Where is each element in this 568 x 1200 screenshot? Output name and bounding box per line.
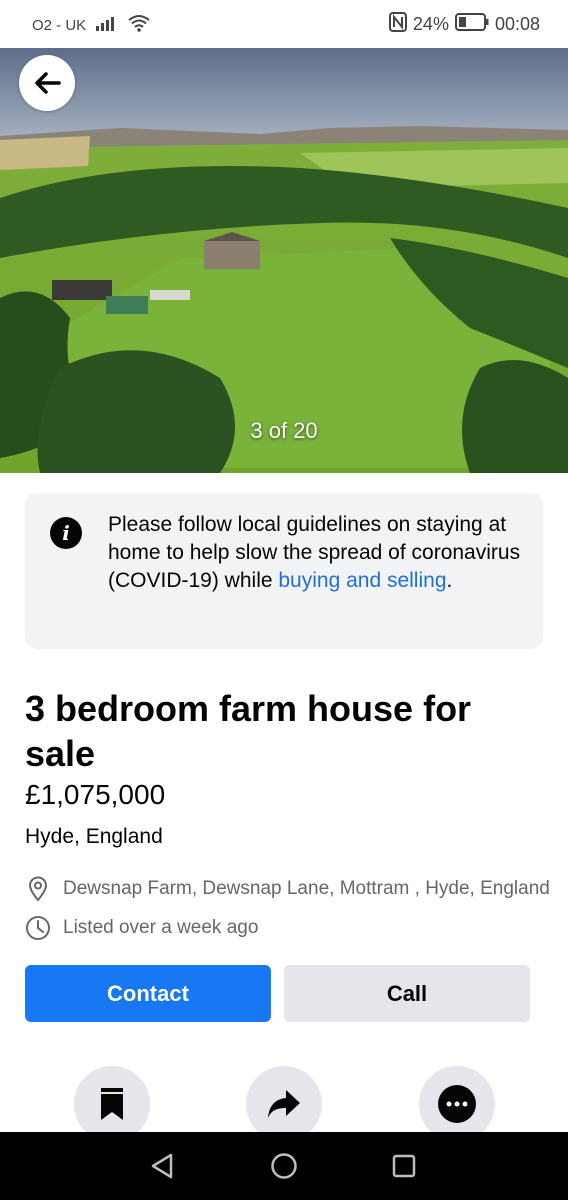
wifi-icon xyxy=(128,14,150,36)
buying-selling-link[interactable]: buying and selling xyxy=(278,569,446,592)
back-triangle-icon[interactable] xyxy=(146,1150,178,1182)
battery-icon xyxy=(454,13,489,36)
status-left: O2 - UK xyxy=(32,14,150,36)
signal-icon xyxy=(96,15,118,35)
farm-landscape-image xyxy=(0,48,568,473)
system-nav-bar xyxy=(0,1132,568,1200)
clock-icon xyxy=(25,915,51,941)
nfc-icon xyxy=(388,12,407,37)
save-button[interactable] xyxy=(74,1066,150,1142)
notice-text: Please follow local guidelines on stayin… xyxy=(108,511,528,595)
photo-counter: 3 of 20 xyxy=(250,418,318,443)
arrow-left-icon xyxy=(35,72,61,94)
notice-end: . xyxy=(446,569,453,592)
home-circle-icon[interactable] xyxy=(268,1150,300,1182)
address-text: Dewsnap Farm, Dewsnap Lane, Mottram , Hy… xyxy=(63,878,550,899)
listing-location: Hyde, England xyxy=(25,825,163,848)
contact-button[interactable]: Contact xyxy=(25,965,271,1022)
covid-notice: i Please follow local guidelines on stay… xyxy=(25,493,543,649)
call-button[interactable]: Call xyxy=(284,965,530,1022)
recents-square-icon[interactable] xyxy=(388,1150,420,1182)
more-icon xyxy=(438,1085,476,1123)
bookmark-icon xyxy=(101,1088,123,1120)
status-bar: O2 - UK 24% 00:08 xyxy=(0,0,568,48)
more-button[interactable] xyxy=(419,1066,495,1142)
listing-photo[interactable] xyxy=(0,48,568,473)
info-icon: i xyxy=(50,517,82,549)
listed-text: Listed over a week ago xyxy=(63,917,259,938)
listing-title: 3 bedroom farm house for sale xyxy=(25,688,472,774)
location-pin-icon xyxy=(25,876,51,902)
share-button[interactable] xyxy=(246,1066,322,1142)
listed-row: Listed over a week ago xyxy=(25,915,258,941)
clock-time: 00:08 xyxy=(494,14,540,34)
address-row[interactable]: Dewsnap Farm, Dewsnap Lane, Mottram , Hy… xyxy=(25,876,550,902)
status-right: 24% 00:08 xyxy=(388,12,540,37)
battery-percent: 24% xyxy=(412,14,449,34)
listing-price: £1,075,000 xyxy=(25,779,166,810)
share-icon xyxy=(268,1090,300,1118)
back-button[interactable] xyxy=(19,55,75,111)
carrier-label: O2 - UK xyxy=(32,16,87,34)
